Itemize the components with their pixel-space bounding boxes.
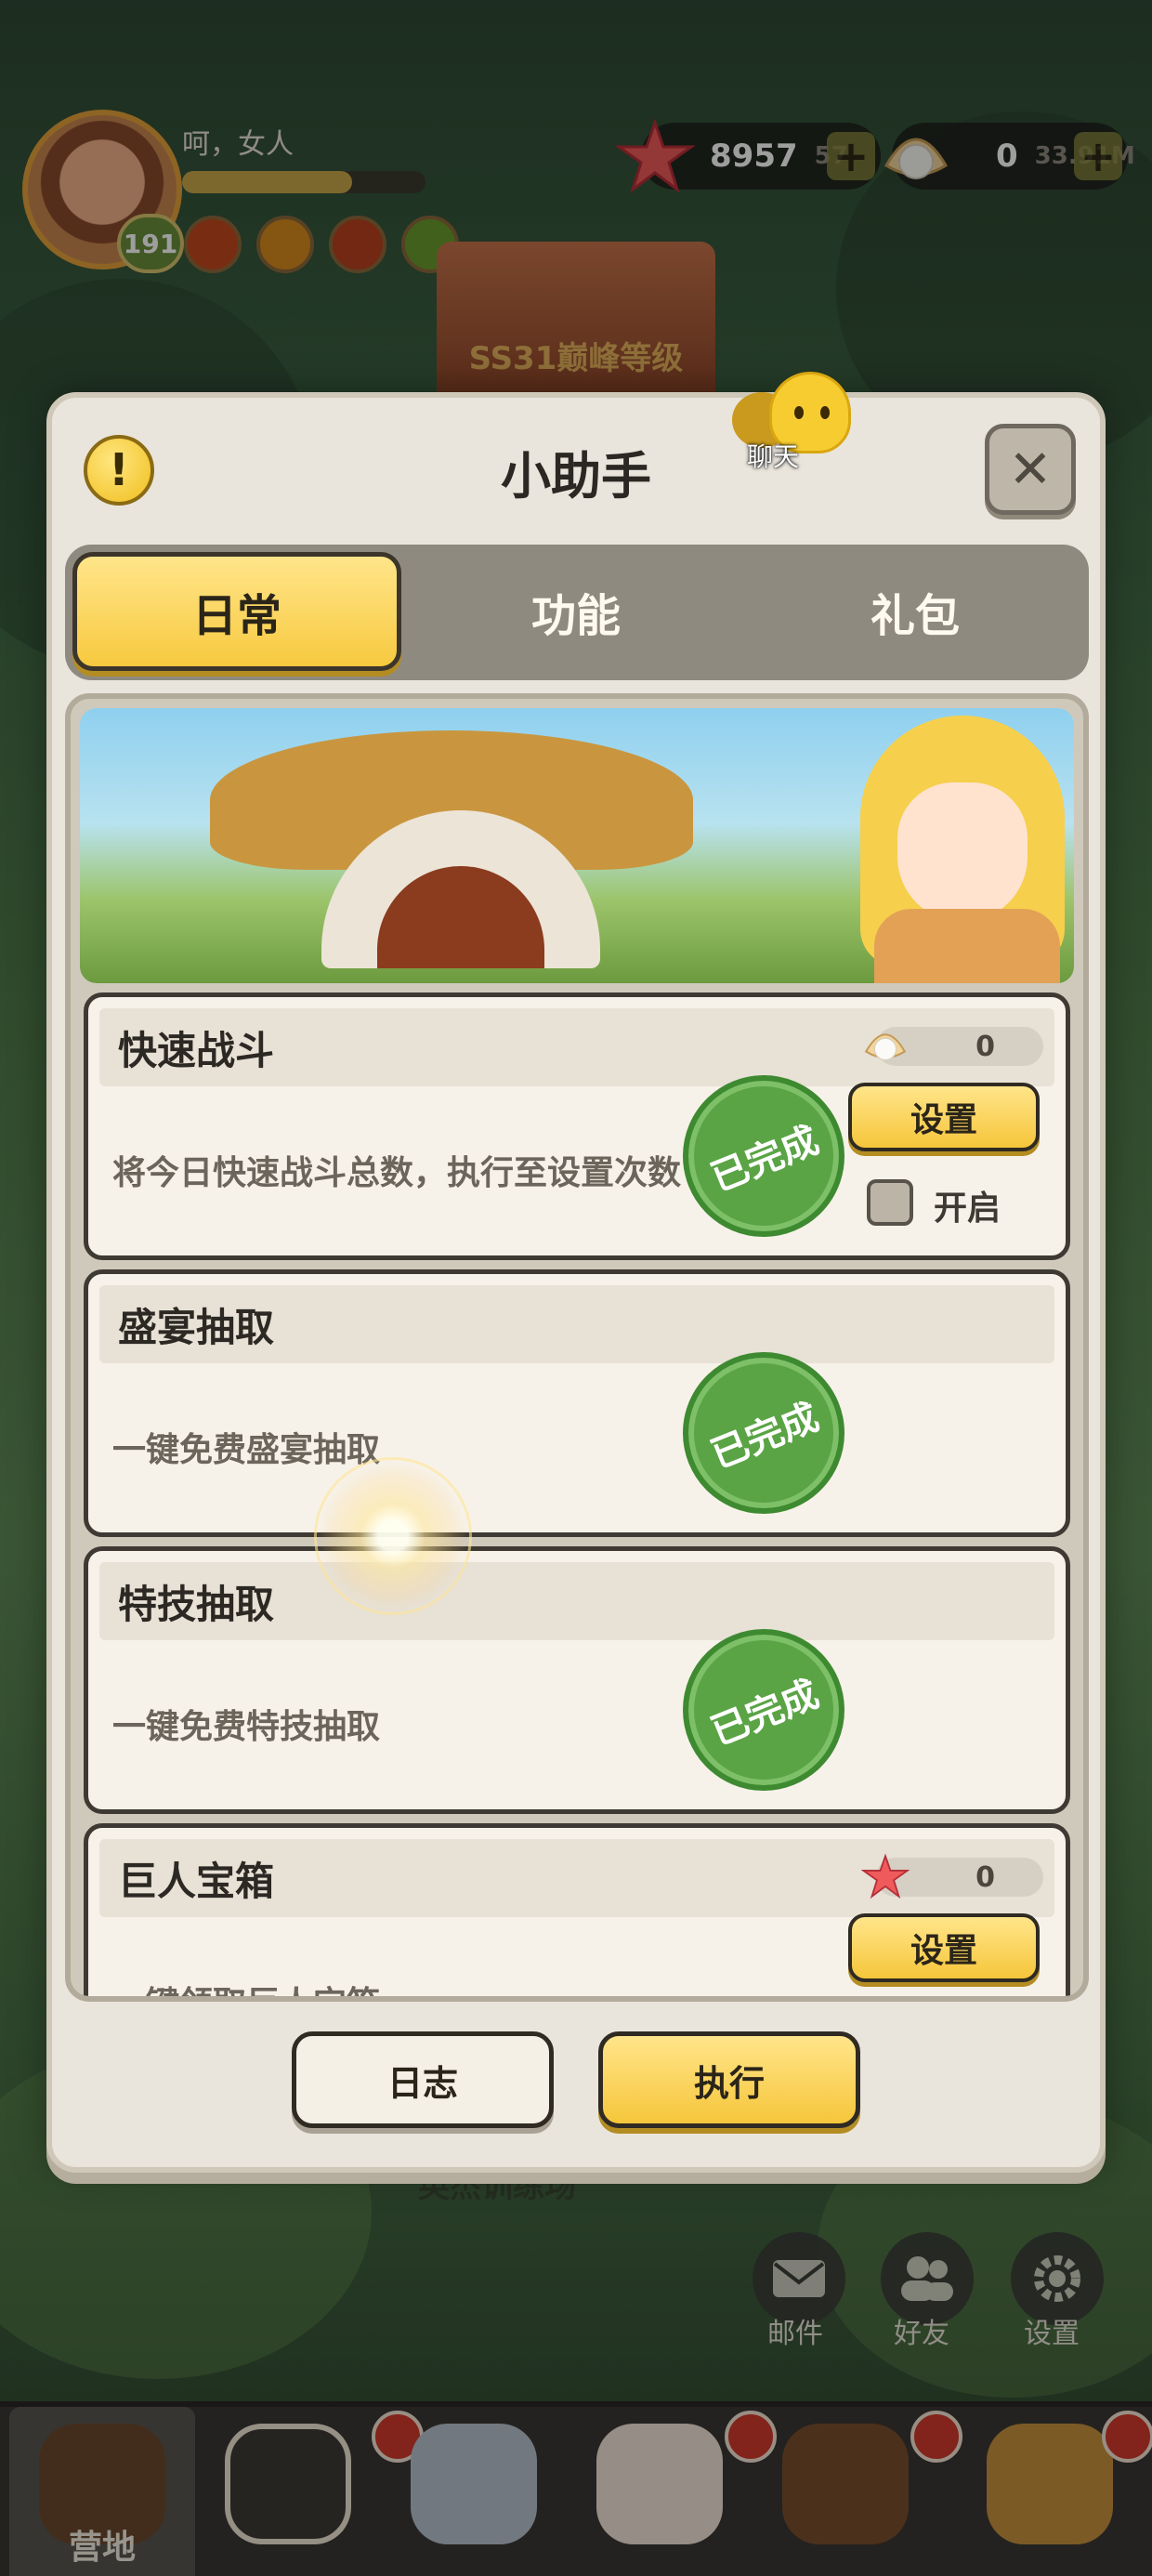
tap-glow-effect	[314, 1457, 472, 1615]
tab-gift-packs[interactable]: 礼包	[751, 552, 1080, 671]
tab-daily[interactable]: 日常	[72, 552, 401, 671]
cost-value: 0	[975, 1030, 995, 1063]
task-card-feast-draw: 盛宴抽取 一键免费盛宴抽取 已完成	[84, 1269, 1070, 1537]
enable-label: 开启	[934, 1189, 1001, 1228]
settings-button[interactable]: 设置	[848, 1083, 1040, 1151]
pearl-icon	[864, 1033, 907, 1061]
starfish-icon	[861, 1853, 910, 1899]
task-description: 将今日快速战斗总数，执行至设置次数	[112, 1154, 682, 1192]
cost-pill: 0	[864, 1027, 1043, 1066]
enable-checkbox[interactable]	[867, 1179, 913, 1226]
task-title: 盛宴抽取	[118, 1305, 275, 1350]
task-card-header: 特技抽取	[99, 1562, 1054, 1640]
task-card-header: 盛宴抽取	[99, 1285, 1054, 1363]
task-card-skill-draw: 特技抽取 一键免费特技抽取 已完成	[84, 1546, 1070, 1814]
close-icon: ✕	[1008, 439, 1053, 500]
task-card-header: 巨人宝箱 0	[99, 1839, 1054, 1917]
task-description: 一键免费盛宴抽取	[112, 1431, 381, 1469]
task-card-giant-chest: 巨人宝箱 0 一键领取巨人宝箱 设置	[84, 1823, 1070, 1996]
tab-features[interactable]: 功能	[412, 552, 740, 671]
chat-label: 聊天	[747, 441, 800, 472]
task-list[interactable]: 快速战斗 0 将今日快速战斗总数，执行至设置次数 已完成 设置 开启 盛宴抽取 …	[65, 693, 1089, 2002]
execute-button[interactable]: 执行	[598, 2031, 860, 2128]
dialog-title: 小助手	[501, 447, 651, 506]
log-button[interactable]: 日志	[292, 2031, 554, 2128]
hero-banner-image	[80, 708, 1074, 983]
cost-value: 0	[975, 1860, 995, 1894]
settings-button[interactable]: 设置	[848, 1913, 1040, 1982]
task-description: 一键免费特技抽取	[112, 1708, 381, 1746]
character-body	[874, 909, 1060, 983]
task-title: 巨人宝箱	[118, 1859, 275, 1904]
close-button[interactable]: ✕	[985, 424, 1076, 515]
task-title: 特技抽取	[118, 1582, 275, 1627]
character-face	[897, 782, 1028, 922]
chat-button[interactable]: 聊天	[728, 372, 851, 483]
cost-pill: 0	[861, 1853, 1043, 1899]
task-description: 一键领取巨人宝箱	[112, 1977, 380, 1996]
task-card-header: 快速战斗 0	[99, 1008, 1054, 1086]
task-title: 快速战斗	[118, 1028, 275, 1073]
task-card-quick-battle: 快速战斗 0 将今日快速战斗总数，执行至设置次数 已完成 设置 开启	[84, 992, 1070, 1260]
